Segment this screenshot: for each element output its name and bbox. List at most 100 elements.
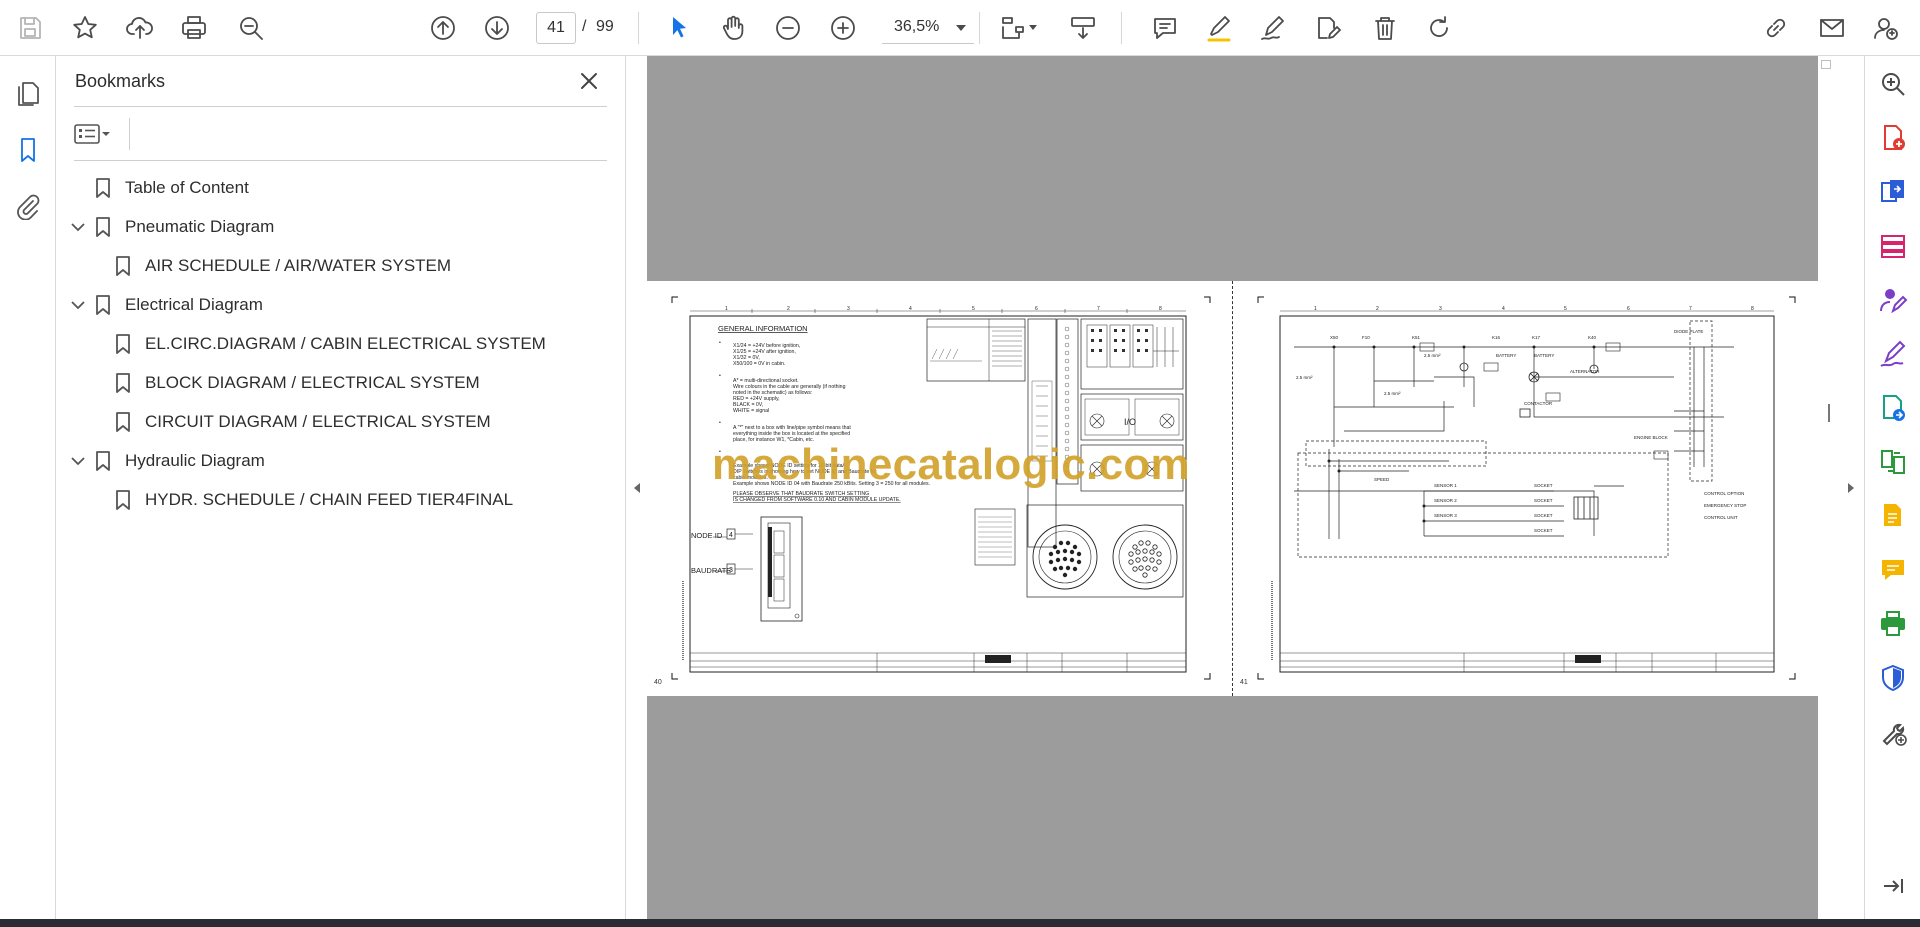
page-number-input[interactable]	[536, 12, 576, 44]
scrollbar-thumb[interactable]	[1821, 60, 1831, 69]
bookmark-item[interactable]: BLOCK DIAGRAM / ELECTRICAL SYSTEM	[56, 367, 626, 399]
svg-text:BATTERY: BATTERY	[1534, 353, 1554, 358]
expand-panel-icon[interactable]	[1875, 868, 1911, 904]
toolbar-divider	[979, 12, 980, 44]
resize-handle[interactable]	[1828, 404, 1830, 422]
chevron-down-icon	[956, 25, 966, 31]
collapse-right-panel-icon[interactable]	[1844, 478, 1858, 498]
bookmark-item[interactable]: HYDR. SCHEDULE / CHAIN FEED TIER4FINAL	[56, 484, 626, 516]
fill-sign-icon[interactable]	[1875, 336, 1911, 372]
rotate-icon[interactable]	[1419, 8, 1459, 48]
scroll-mode-icon[interactable]	[1063, 8, 1103, 48]
bookmark-icon	[116, 412, 130, 432]
bookmark-label: BLOCK DIAGRAM / ELECTRICAL SYSTEM	[145, 373, 480, 392]
watermark-text: machinecatalogic.com	[712, 440, 1190, 489]
print-production-icon[interactable]	[1875, 606, 1911, 642]
svg-text:SENSOR 2: SENSOR 2	[1434, 498, 1457, 503]
bookmarks-icon[interactable]	[8, 130, 48, 170]
bookmark-item[interactable]: Pneumatic Diagram	[56, 211, 626, 243]
collapse-left-panel-icon[interactable]	[630, 478, 644, 498]
comment-icon[interactable]	[1145, 8, 1185, 48]
list-options-icon	[74, 124, 100, 144]
upload-icon[interactable]	[120, 8, 160, 48]
bookmark-item[interactable]: CIRCUIT DIAGRAM / ELECTRICAL SYSTEM	[56, 406, 626, 438]
bookmark-item[interactable]: Table of Content	[56, 172, 626, 204]
svg-text:K17: K17	[1532, 335, 1541, 340]
svg-text:•: •	[719, 340, 721, 346]
email-icon[interactable]	[1812, 8, 1852, 48]
svg-text:SOCKET: SOCKET	[1534, 513, 1553, 518]
svg-text:X50/100 = 0V in cabin.: X50/100 = 0V in cabin.	[733, 361, 785, 367]
svg-text:EMERGENCY STOP: EMERGENCY STOP	[1704, 503, 1746, 508]
chevron-down-icon[interactable]	[68, 295, 88, 315]
convert-pdf-icon[interactable]	[1875, 390, 1911, 426]
create-pdf-icon[interactable]	[1875, 120, 1911, 156]
chevron-down-icon[interactable]	[68, 451, 88, 471]
bookmark-icon	[116, 334, 130, 354]
sign-pen-icon[interactable]	[1253, 8, 1293, 48]
bookmark-icon	[96, 217, 110, 237]
svg-text:K40: K40	[1588, 335, 1597, 340]
request-signature-icon[interactable]	[1875, 282, 1911, 318]
right-tools-rail	[1864, 56, 1920, 919]
account-icon[interactable]	[1866, 8, 1906, 48]
protect-icon[interactable]	[1875, 660, 1911, 696]
chevron-down-icon	[102, 132, 110, 136]
svg-text:1: 1	[1314, 306, 1317, 312]
bookmark-options-button[interactable]	[74, 118, 120, 150]
more-tools-icon[interactable]	[1875, 714, 1911, 750]
prev-page-icon[interactable]	[423, 8, 463, 48]
zoom-dropdown[interactable]: 36,5%	[882, 12, 974, 44]
svg-text:3: 3	[1439, 306, 1442, 312]
bookmark-label: Hydraulic Diagram	[125, 451, 265, 470]
io-label: I/O	[1124, 417, 1136, 427]
page-number-right: 41	[1240, 679, 1248, 686]
edit-pdf-icon[interactable]	[1875, 498, 1911, 534]
edit-text-icon[interactable]	[1307, 8, 1347, 48]
star-icon[interactable]	[65, 8, 105, 48]
select-cursor-icon[interactable]	[659, 8, 699, 48]
zoom-out-icon[interactable]	[768, 8, 808, 48]
bookmark-label: Electrical Diagram	[125, 295, 263, 314]
svg-text:SOCKET: SOCKET	[1534, 528, 1553, 533]
svg-text:DIODE PLATE: DIODE PLATE	[1674, 329, 1703, 334]
hand-icon[interactable]	[713, 8, 753, 48]
vertical-scrollbar[interactable]	[1818, 56, 1834, 919]
bookmark-item[interactable]: Hydraulic Diagram	[56, 445, 626, 477]
zoom-in-icon[interactable]	[823, 8, 863, 48]
next-page-icon[interactable]	[477, 8, 517, 48]
bookmark-icon	[116, 490, 130, 510]
svg-text:2.5 mm²: 2.5 mm²	[1424, 353, 1441, 358]
baudrate-value: 3	[729, 567, 733, 574]
share-link-icon[interactable]	[1756, 8, 1796, 48]
bookmark-label: EL.CIRC.DIAGRAM / CABIN ELECTRICAL SYSTE…	[145, 334, 546, 353]
organize-pages-icon[interactable]	[1875, 228, 1911, 264]
print-icon[interactable]	[174, 8, 214, 48]
comment-tool-icon[interactable]	[1875, 552, 1911, 588]
svg-text:2.5 mm²: 2.5 mm²	[1296, 375, 1313, 380]
page-separator: /	[582, 18, 587, 35]
svg-text:K16: K16	[1492, 335, 1501, 340]
baudrate-label: BAUDRATE	[691, 566, 731, 575]
page-fit-icon[interactable]	[993, 8, 1037, 48]
bookmark-item[interactable]: AIR SCHEDULE / AIR/WATER SYSTEM	[56, 250, 626, 282]
search-zoom-icon[interactable]	[1875, 66, 1911, 102]
attachments-icon[interactable]	[8, 186, 48, 226]
save-icon[interactable]	[10, 8, 50, 48]
svg-text:2: 2	[787, 306, 790, 312]
acrobat-window: / 99 36,5%	[0, 0, 1920, 927]
bookmark-item[interactable]: EL.CIRC.DIAGRAM / CABIN ELECTRICAL SYSTE…	[56, 328, 626, 360]
pages-icon[interactable]	[8, 74, 48, 114]
bookmark-item[interactable]: Electrical Diagram	[56, 289, 626, 321]
svg-text:1: 1	[725, 306, 728, 312]
svg-text:4: 4	[1502, 306, 1505, 312]
highlight-icon[interactable]	[1199, 8, 1239, 48]
export-pdf-icon[interactable]	[1875, 174, 1911, 210]
delete-icon[interactable]	[1365, 8, 1405, 48]
top-toolbar: / 99 36,5%	[0, 0, 1920, 56]
chevron-down-icon[interactable]	[68, 217, 88, 237]
close-icon[interactable]	[574, 66, 604, 96]
zoom-search-icon[interactable]	[231, 8, 271, 48]
bookmark-icon	[96, 178, 110, 198]
compare-files-icon[interactable]	[1875, 444, 1911, 480]
